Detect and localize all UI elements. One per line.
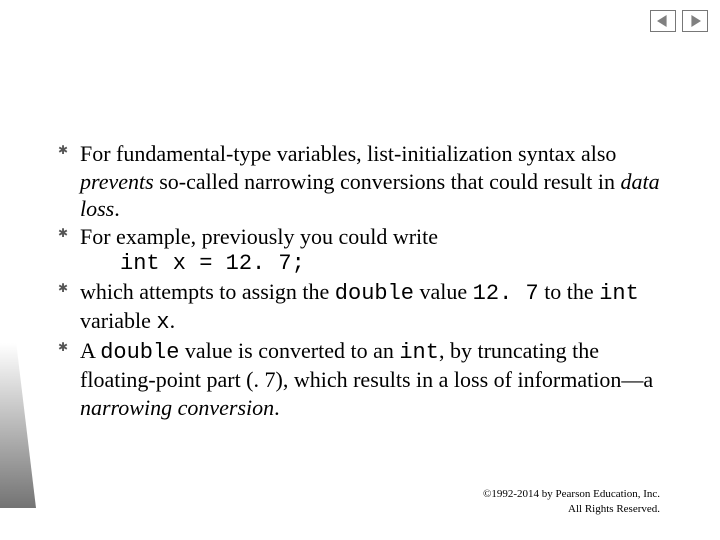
bullet-4-text-b: value is converted to an xyxy=(179,338,399,363)
bullet-4-text-d: . xyxy=(274,395,280,420)
bullet-1-prevents: prevents xyxy=(80,169,154,194)
bullet-3-text-c: to the xyxy=(539,279,600,304)
bullet-1-text-a: For fundamental-type variables, list-ini… xyxy=(80,141,616,166)
bullet-3-double: double xyxy=(335,281,414,306)
bullet-1: For fundamental-type variables, list-ini… xyxy=(58,140,660,223)
prev-slide-button[interactable] xyxy=(650,10,676,32)
bullet-3-int: int xyxy=(599,281,639,306)
bullet-4: A double value is converted to an int, b… xyxy=(58,337,660,422)
code-line: int x = 12. 7; xyxy=(58,250,660,278)
bullet-1-text-d: . xyxy=(114,196,120,221)
bullet-1-text-c: that could result in xyxy=(445,169,620,194)
bullet-3-text-d: variable xyxy=(80,308,156,333)
next-slide-button[interactable] xyxy=(682,10,708,32)
triangle-left-icon xyxy=(657,15,669,27)
bullet-4-double: double xyxy=(100,340,179,365)
bullet-1-text-b: so-called xyxy=(154,169,244,194)
triangle-right-icon xyxy=(689,15,701,27)
bullet-4-int: int xyxy=(399,340,439,365)
bullet-3-text-b: value xyxy=(414,279,473,304)
bullet-3-x: x xyxy=(156,310,169,335)
copyright-line-2: All Rights Reserved. xyxy=(483,502,660,516)
bullet-1-narrowing: narrowing conversions xyxy=(244,169,445,194)
bullet-2-text: For example, previously you could write xyxy=(80,224,438,249)
copyright-line-1: ©1992-2014 by Pearson Education, Inc. xyxy=(483,487,660,501)
bullet-4-narrowing: narrowing conversion xyxy=(80,395,274,420)
slide-nav xyxy=(650,10,708,32)
slide-body: For fundamental-type variables, list-ini… xyxy=(58,140,660,421)
bullet-3: which attempts to assign the double valu… xyxy=(58,278,660,337)
bullet-2: For example, previously you could write xyxy=(58,223,660,251)
bullet-3-text-a: which attempts to assign the xyxy=(80,279,335,304)
bullet-4-text-a: A xyxy=(80,338,100,363)
bullet-3-text-e: . xyxy=(170,308,176,333)
copyright-footer: ©1992-2014 by Pearson Education, Inc. Al… xyxy=(483,487,660,516)
decorative-shadow xyxy=(0,208,60,508)
bullet-3-val: 12. 7 xyxy=(473,281,539,306)
